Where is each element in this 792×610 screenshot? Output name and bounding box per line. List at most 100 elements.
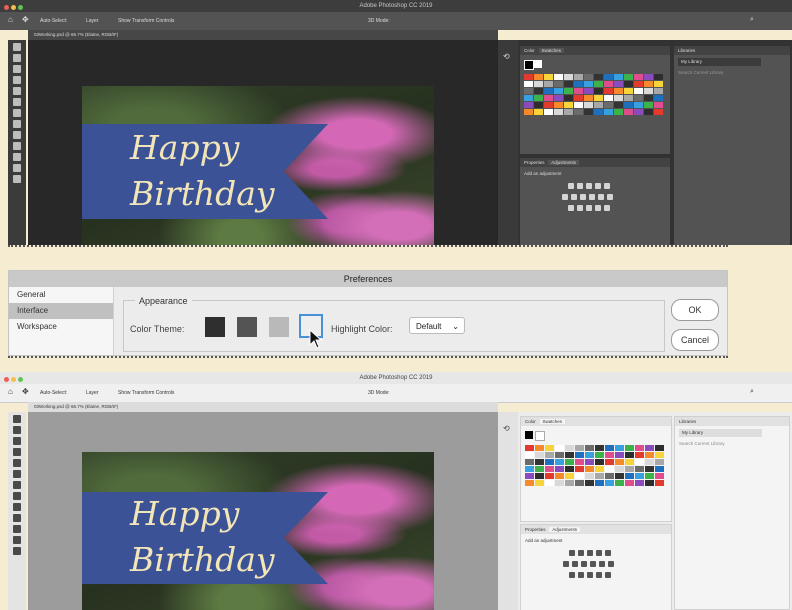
- swatch[interactable]: [524, 102, 533, 108]
- photo-canvas[interactable]: Happy Birthday: [82, 452, 434, 610]
- swatch[interactable]: [595, 452, 604, 458]
- swatch[interactable]: [604, 95, 613, 101]
- swatch[interactable]: [534, 95, 543, 101]
- swatch[interactable]: [545, 473, 554, 479]
- swatch[interactable]: [574, 95, 583, 101]
- swatch[interactable]: [544, 74, 553, 80]
- swatch[interactable]: [595, 480, 604, 486]
- swatch[interactable]: [615, 459, 624, 465]
- swatch[interactable]: [604, 88, 613, 94]
- swatch[interactable]: [645, 445, 654, 451]
- tab-libraries[interactable]: Libraries: [678, 48, 695, 53]
- swatch[interactable]: [624, 102, 633, 108]
- swatch[interactable]: [615, 473, 624, 479]
- gradient-tool-icon[interactable]: [13, 547, 21, 555]
- swatch[interactable]: [625, 466, 634, 472]
- auto-select-label[interactable]: Auto-Select:: [40, 18, 67, 24]
- photo-canvas[interactable]: Happy Birthday: [82, 86, 434, 245]
- show-transform-controls-checkbox[interactable]: Show Transform Controls: [118, 390, 174, 396]
- gradient-tool-icon[interactable]: [13, 175, 21, 183]
- swatch[interactable]: [645, 473, 654, 479]
- swatch[interactable]: [614, 74, 623, 80]
- swatch[interactable]: [624, 109, 633, 115]
- minimize-icon[interactable]: [11, 377, 16, 382]
- swatch[interactable]: [634, 102, 643, 108]
- swatch[interactable]: [555, 466, 564, 472]
- swatch[interactable]: [595, 445, 604, 451]
- swatch[interactable]: [525, 480, 534, 486]
- search-icon[interactable]: ⌕: [750, 16, 754, 24]
- marquee-tool-icon[interactable]: [13, 426, 21, 434]
- swatch[interactable]: [644, 81, 653, 87]
- swatch[interactable]: [564, 81, 573, 87]
- adjustment-icons-row-2[interactable]: [563, 561, 614, 567]
- swatch[interactable]: [645, 480, 654, 486]
- swatch[interactable]: [594, 81, 603, 87]
- swatch[interactable]: [575, 480, 584, 486]
- swatch[interactable]: [605, 466, 614, 472]
- swatch[interactable]: [534, 102, 543, 108]
- swatch[interactable]: [614, 102, 623, 108]
- swatch[interactable]: [645, 452, 654, 458]
- swatch[interactable]: [575, 466, 584, 472]
- library-select[interactable]: My Library: [679, 429, 762, 437]
- show-transform-controls-checkbox[interactable]: Show Transform Controls: [118, 18, 174, 24]
- swatch[interactable]: [525, 473, 534, 479]
- document-tab[interactable]: 03Working.psd @ 66.7% (Elaine, RGB/8*): [28, 402, 498, 412]
- swatch[interactable]: [625, 480, 634, 486]
- swatch[interactable]: [534, 81, 543, 87]
- search-icon[interactable]: ⌕: [750, 388, 754, 396]
- swatch[interactable]: [525, 459, 534, 465]
- swatch[interactable]: [555, 445, 564, 451]
- swatch[interactable]: [545, 466, 554, 472]
- swatch[interactable]: [535, 480, 544, 486]
- tab-swatches[interactable]: Swatches: [538, 48, 565, 53]
- tab-libraries[interactable]: Libraries: [679, 419, 696, 424]
- swatch[interactable]: [585, 445, 594, 451]
- swatch[interactable]: [654, 81, 663, 87]
- move-tool-icon[interactable]: ✥: [22, 387, 29, 396]
- tab-color[interactable]: Color: [524, 48, 535, 53]
- swatch[interactable]: [644, 102, 653, 108]
- swatch[interactable]: [525, 452, 534, 458]
- history-icon[interactable]: ⟲: [503, 52, 513, 61]
- swatch[interactable]: [535, 466, 544, 472]
- swatch[interactable]: [544, 109, 553, 115]
- swatch[interactable]: [635, 459, 644, 465]
- eraser-tool-icon[interactable]: [13, 536, 21, 544]
- swatch[interactable]: [534, 88, 543, 94]
- swatch[interactable]: [655, 480, 664, 486]
- swatch[interactable]: [635, 473, 644, 479]
- frame-tool-icon[interactable]: [13, 98, 21, 106]
- layer-select[interactable]: Layer: [86, 390, 99, 396]
- swatch[interactable]: [635, 445, 644, 451]
- swatch[interactable]: [595, 459, 604, 465]
- swatch[interactable]: [555, 480, 564, 486]
- adjustment-icons-row-1[interactable]: [568, 183, 610, 189]
- swatch[interactable]: [535, 459, 544, 465]
- swatch[interactable]: [644, 74, 653, 80]
- close-icon[interactable]: [4, 377, 9, 382]
- eyedropper-tool-icon[interactable]: [13, 109, 21, 117]
- foreground-color-chip[interactable]: [525, 431, 533, 439]
- swatch[interactable]: [584, 95, 593, 101]
- swatch[interactable]: [654, 88, 663, 94]
- swatch[interactable]: [635, 466, 644, 472]
- library-search-input[interactable]: Search Current Library: [679, 441, 725, 446]
- swatch[interactable]: [614, 88, 623, 94]
- swatch[interactable]: [554, 74, 563, 80]
- swatch[interactable]: [624, 81, 633, 87]
- swatch[interactable]: [524, 88, 533, 94]
- swatch[interactable]: [554, 81, 563, 87]
- swatch[interactable]: [605, 452, 614, 458]
- swatch[interactable]: [575, 473, 584, 479]
- swatch[interactable]: [544, 102, 553, 108]
- swatch[interactable]: [624, 88, 633, 94]
- swatch[interactable]: [584, 109, 593, 115]
- tab-adjustments[interactable]: Adjustments: [549, 527, 581, 532]
- swatch[interactable]: [634, 74, 643, 80]
- swatch[interactable]: [644, 95, 653, 101]
- swatch[interactable]: [585, 466, 594, 472]
- swatch[interactable]: [525, 466, 534, 472]
- swatch[interactable]: [604, 109, 613, 115]
